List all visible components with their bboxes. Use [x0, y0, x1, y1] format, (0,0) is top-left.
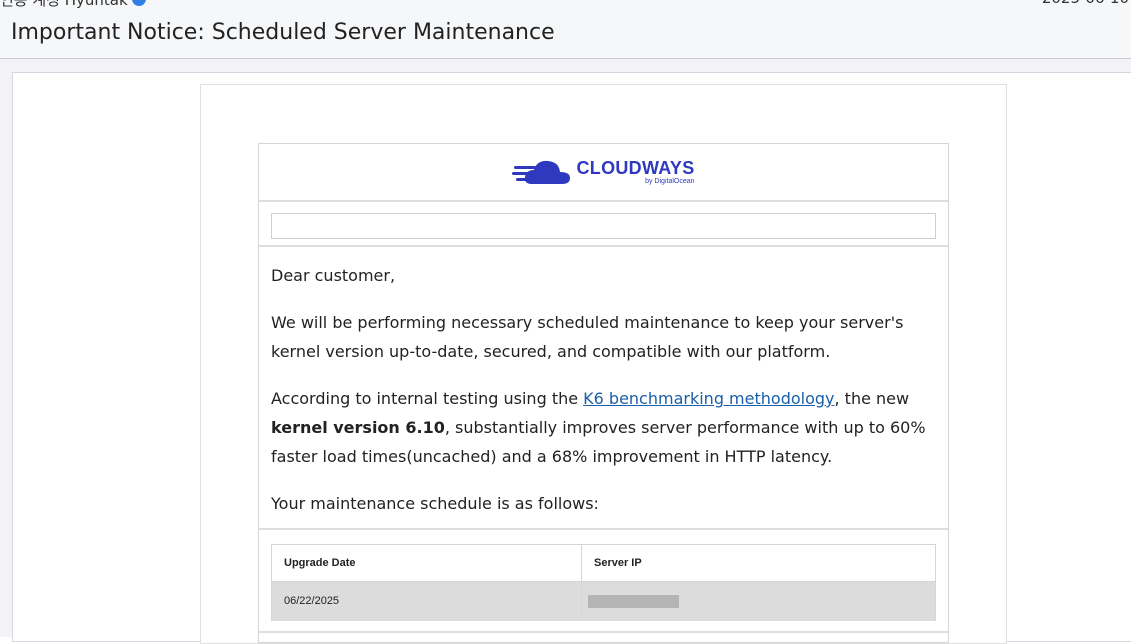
- redacted-ip-bar: [588, 594, 679, 608]
- email-date: 2025-06-10: [1042, 0, 1129, 9]
- table-header-row: Upgrade Date Server IP: [271, 544, 936, 582]
- table-row: 06/22/2025: [271, 581, 936, 621]
- sender-line[interactable]: 인증 계정 Hyuntak ✓: [0, 0, 146, 9]
- logo-byline: by DigitalOcean: [645, 178, 695, 185]
- cloudways-logo[interactable]: CLOUDWAYS by DigitalOcean: [512, 156, 695, 188]
- email-subject: Important Notice: Scheduled Server Maint…: [11, 20, 555, 45]
- email-body: Dear customer, We will be performing nec…: [259, 247, 948, 530]
- logo-wordmark: CLOUDWAYS: [576, 158, 695, 178]
- email-header: 인증 계정 Hyuntak ✓ 2025-06-10 Important Not…: [0, 0, 1131, 58]
- k6-benchmark-link[interactable]: K6 benchmarking methodology: [583, 389, 834, 408]
- column-header-server-ip: Server IP: [581, 544, 936, 582]
- server-ip-cell: [581, 581, 936, 621]
- sender-name[interactable]: 인증 계정 Hyuntak: [0, 0, 128, 10]
- column-header-upgrade-date: Upgrade Date: [271, 544, 582, 582]
- paragraph-benchmark: According to internal testing using the …: [271, 384, 936, 471]
- kernel-version-bold: kernel version 6.10: [271, 418, 445, 437]
- benchmark-text-pre: According to internal testing using the: [271, 389, 584, 408]
- logo-row: CLOUDWAYS by DigitalOcean: [259, 144, 948, 202]
- cloud-logo-icon: [512, 160, 571, 184]
- schedule-table: Upgrade Date Server IP 06/22/2025: [271, 544, 936, 621]
- email-card: CLOUDWAYS by DigitalOcean Dear customer,…: [258, 143, 949, 643]
- banner-row: [259, 202, 948, 247]
- verified-badge-icon: ✓: [131, 0, 146, 6]
- upgrade-date-cell: 06/22/2025: [271, 581, 582, 621]
- banner-placeholder: [271, 213, 936, 239]
- greeting: Dear customer,: [271, 266, 396, 285]
- benchmark-text-mid: , the new: [834, 389, 910, 408]
- paragraph-maintenance: We will be performing necessary schedule…: [271, 313, 904, 361]
- paragraph-schedule-intro: Your maintenance schedule is as follows:: [271, 494, 599, 513]
- section-divider: [259, 631, 948, 633]
